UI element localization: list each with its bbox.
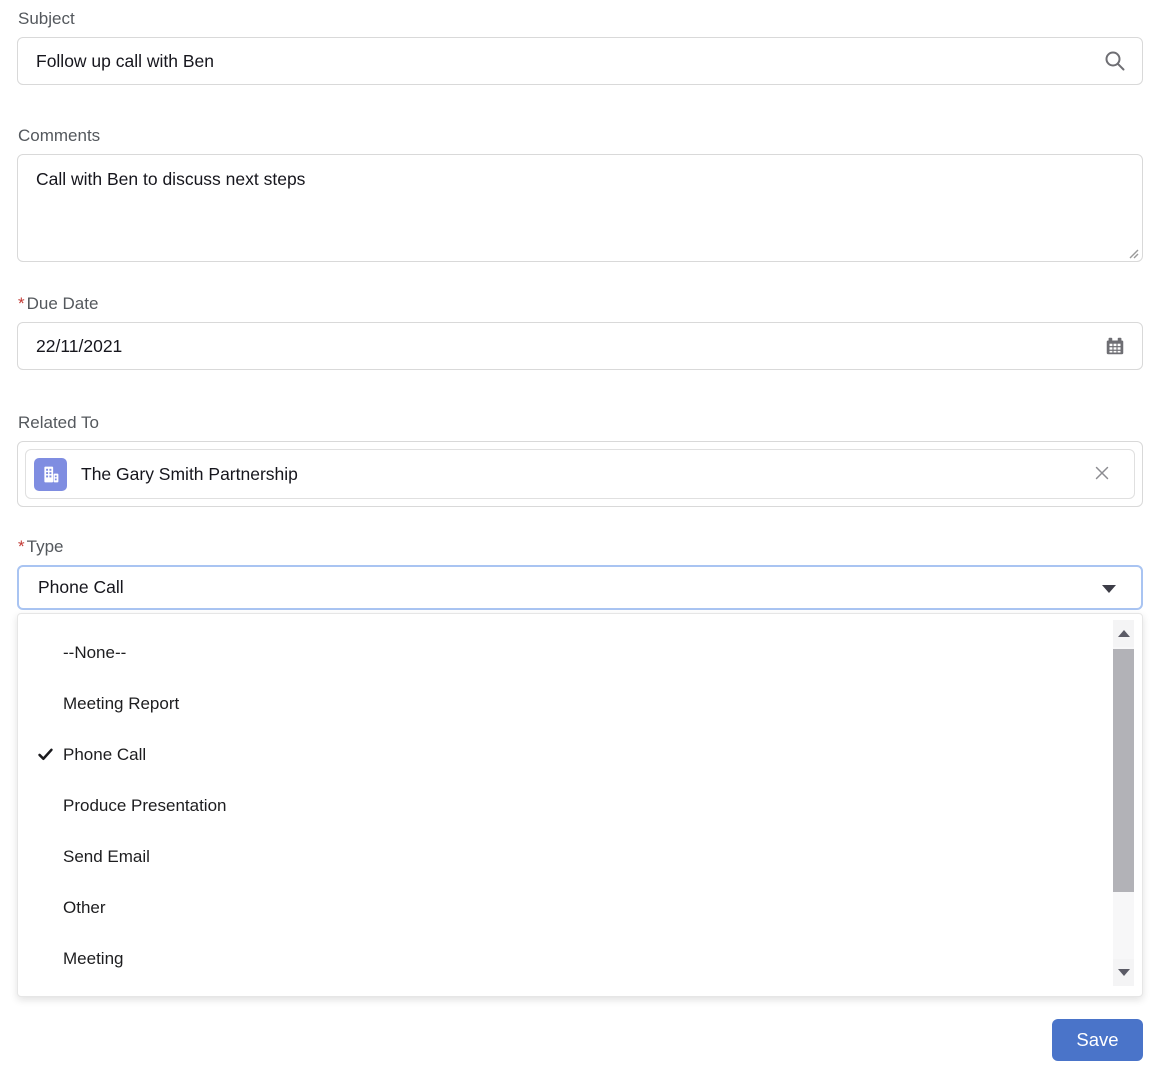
close-icon <box>1091 462 1113 487</box>
subject-label: Subject <box>18 9 75 28</box>
comments-label: Comments <box>18 126 101 145</box>
dropdown-option[interactable]: Meeting <box>18 933 1108 984</box>
type-selected-value: Phone Call <box>38 577 124 597</box>
option-label: Other <box>63 897 106 917</box>
arrow-up-icon <box>1117 630 1130 637</box>
dropdown-option[interactable]: Produce Presentation <box>18 780 1108 831</box>
calendar-icon[interactable] <box>1103 334 1127 358</box>
option-label: Phone Call <box>63 744 147 764</box>
required-asterisk: * <box>18 537 25 556</box>
type-label-text: Type <box>26 537 64 556</box>
resize-handle-icon[interactable] <box>1126 246 1140 260</box>
type-combobox[interactable]: Phone Call <box>17 565 1143 610</box>
chevron-down-icon <box>1102 584 1116 593</box>
due-date-input[interactable] <box>17 322 1143 370</box>
option-label: Produce Presentation <box>63 795 227 815</box>
dropdown-option[interactable]: Phone Call <box>18 729 1108 780</box>
required-asterisk: * <box>18 294 25 313</box>
dropdown-option[interactable]: Meeting Report <box>18 678 1108 729</box>
account-building-icon <box>34 457 67 491</box>
option-label: Send Email <box>63 846 150 866</box>
type-dropdown: --None-- Meeting Report Phone Call Produ… <box>17 613 1143 997</box>
related-to-lookup: The Gary Smith Partnership <box>17 441 1143 507</box>
scrollbar[interactable] <box>1113 620 1134 986</box>
dropdown-option[interactable]: Other <box>18 882 1108 933</box>
check-icon <box>37 746 54 763</box>
comments-textarea[interactable]: Call with Ben to discuss next steps <box>17 154 1143 262</box>
search-icon[interactable] <box>1103 49 1127 73</box>
type-label: * Type <box>18 536 1143 558</box>
arrow-down-icon <box>1117 969 1130 976</box>
due-date-label: * Due Date <box>18 293 1143 315</box>
scrollbar-thumb[interactable] <box>1113 649 1134 892</box>
related-record-name: The Gary Smith Partnership <box>81 463 298 484</box>
dropdown-option[interactable]: --None-- <box>18 627 1108 678</box>
option-label: Meeting <box>63 948 124 968</box>
scrollbar-down-button[interactable] <box>1113 959 1134 986</box>
related-to-label: Related To <box>18 413 99 432</box>
due-date-label-text: Due Date <box>26 294 99 313</box>
task-form: Subject Comments Call with Ben to discus… <box>0 0 1161 1061</box>
save-button[interactable]: Save <box>1052 1019 1143 1061</box>
option-label: Meeting Report <box>63 693 180 713</box>
option-label: --None-- <box>63 642 127 662</box>
form-footer: Save <box>17 1019 1143 1061</box>
dropdown-option[interactable]: Send Email <box>18 831 1108 882</box>
related-record-pill[interactable]: The Gary Smith Partnership <box>25 449 1135 499</box>
remove-related-button[interactable] <box>1088 460 1116 488</box>
subject-input[interactable] <box>17 37 1143 85</box>
scrollbar-up-button[interactable] <box>1113 620 1134 647</box>
